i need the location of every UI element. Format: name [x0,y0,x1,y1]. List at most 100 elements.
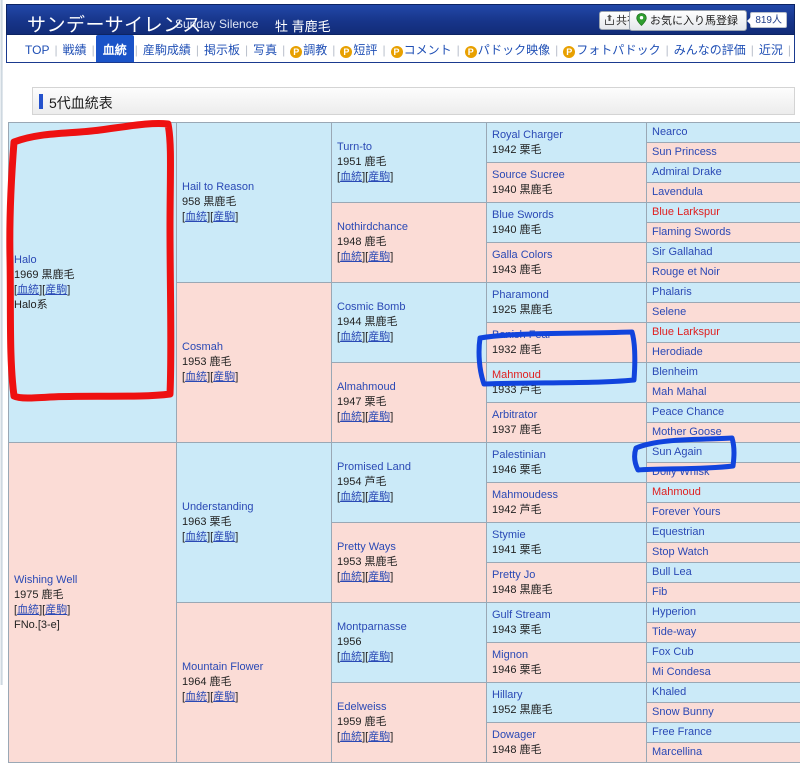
horse-name-link[interactable]: Arbitrator [492,408,641,423]
horse-name-link[interactable]: Blue Larkspur [652,325,800,340]
horse-name-link[interactable]: Tide-way [652,625,800,640]
offspring-link[interactable]: 産駒 [368,731,390,743]
pedigree-cell-gen5[interactable]: Phalaris [647,283,800,303]
horse-name-link[interactable]: Wishing Well [14,573,171,588]
horse-name-link[interactable]: Source Sucree [492,168,641,183]
blood-link[interactable]: 血統 [340,251,362,263]
pedigree-cell-gen4[interactable]: Hillary1952 黒鹿毛 [487,683,647,723]
pedigree-cell-gen5[interactable]: Fib [647,583,800,603]
pedigree-cell-gen3[interactable]: Montparnasse1956[血統][産駒] [332,603,487,683]
nav-item-5[interactable]: 写真 [249,37,281,63]
blood-link[interactable]: 血統 [340,731,362,743]
horse-name-link[interactable]: Flaming Swords [652,225,800,240]
pedigree-cell-gen5[interactable]: Hyperion [647,603,800,623]
pedigree-cell-links[interactable]: [血統][産駒] [337,170,481,185]
pedigree-cell-gen4[interactable]: Galla Colors1943 鹿毛 [487,243,647,283]
pedigree-cell-links[interactable]: [血統][産駒] [337,730,481,745]
horse-name-link[interactable]: Sir Gallahad [652,245,800,260]
horse-name-link[interactable]: Cosmah [182,340,326,355]
blood-link[interactable]: 血統 [340,571,362,583]
pedigree-cell-gen5[interactable]: Sun Again [647,443,800,463]
offspring-link[interactable]: 産駒 [45,284,67,296]
pedigree-cell-gen5[interactable]: Marcellina [647,743,800,763]
blood-link[interactable]: 血統 [185,531,207,543]
pedigree-cell-gen4[interactable]: Mignon1946 栗毛 [487,643,647,683]
pedigree-cell-gen5[interactable]: Mi Condesa [647,663,800,683]
horse-name-link[interactable]: Mahmoud [652,485,800,500]
horse-name-link[interactable]: Mi Condesa [652,665,800,680]
horse-name-link[interactable]: Montparnasse [337,620,481,635]
pedigree-cell-gen5[interactable]: Lavendula [647,183,800,203]
nav-item-4[interactable]: 掲示板 [200,37,244,63]
pedigree-cell-gen1[interactable]: Halo1969 黒鹿毛[血統][産駒]Halo系 [9,123,177,443]
horse-name-link[interactable]: Sun Again [652,445,800,460]
pedigree-cell-gen2[interactable]: Hail to Reason958 黒鹿毛[血統][産駒] [177,123,332,283]
pedigree-cell-gen5[interactable]: Snow Bunny [647,703,800,723]
horse-name-link[interactable]: Nearco [652,125,800,140]
pedigree-cell-gen5[interactable]: Sir Gallahad [647,243,800,263]
horse-name-link[interactable]: Edelweiss [337,700,481,715]
offspring-link[interactable]: 産駒 [368,171,390,183]
offspring-link[interactable]: 産駒 [213,531,235,543]
nav-item-1[interactable]: 戦績 [59,37,91,63]
pedigree-cell-gen3[interactable]: Almahmoud1947 栗毛[血統][産駒] [332,363,487,443]
pedigree-cell-gen5[interactable]: Flaming Swords [647,223,800,243]
offspring-link[interactable]: 産駒 [45,604,67,616]
pedigree-cell-gen5[interactable]: Admiral Drake [647,163,800,183]
pedigree-cell-gen5[interactable]: Rouge et Noir [647,263,800,283]
blood-link[interactable]: 血統 [185,211,207,223]
horse-name-link[interactable]: Lavendula [652,185,800,200]
horse-name-link[interactable]: Hyperion [652,605,800,620]
horse-name-link[interactable]: Mah Mahal [652,385,800,400]
blood-link[interactable]: 血統 [17,284,39,296]
pedigree-cell-gen4[interactable]: Source Sucree1940 黒鹿毛 [487,163,647,203]
pedigree-cell-gen5[interactable]: Sun Princess [647,143,800,163]
pedigree-cell-gen3[interactable]: Nothirdchance1948 鹿毛[血統][産駒] [332,203,487,283]
offspring-link[interactable]: 産駒 [368,491,390,503]
pedigree-cell-gen5[interactable]: Blue Larkspur [647,203,800,223]
nav-item-10[interactable]: Pフォトパドック [559,37,664,63]
horse-name-link[interactable]: Understanding [182,500,326,515]
offspring-link[interactable]: 産駒 [368,651,390,663]
pedigree-cell-gen5[interactable]: Mahmoud [647,483,800,503]
blood-link[interactable]: 血統 [340,651,362,663]
pedigree-cell-gen4[interactable]: Banish Fear1932 鹿毛 [487,323,647,363]
horse-name-link[interactable]: Hail to Reason [182,180,326,195]
pedigree-cell-gen4[interactable]: Palestinian1946 栗毛 [487,443,647,483]
pedigree-cell-gen3[interactable]: Pretty Ways1953 黒鹿毛[血統][産駒] [332,523,487,603]
nav-item-2[interactable]: 血統 [96,35,134,63]
horse-name-link[interactable]: Hillary [492,688,641,703]
horse-name-link[interactable]: Peace Chance [652,405,800,420]
pedigree-cell-gen5[interactable]: Blue Larkspur [647,323,800,343]
nav-item-0[interactable]: TOP [21,37,53,63]
horse-name-link[interactable]: Herodiade [652,345,800,360]
pedigree-cell-gen4[interactable]: Pharamond1925 黒鹿毛 [487,283,647,323]
nav-item-12[interactable]: 近況 [755,37,787,63]
horse-name-link[interactable]: Fib [652,585,800,600]
pedigree-cell-links[interactable]: [血統][産駒] [182,210,326,225]
horse-name-link[interactable]: Marcellina [652,745,800,760]
horse-name-link[interactable]: Phalaris [652,285,800,300]
pedigree-cell-gen3[interactable]: Edelweiss1959 鹿毛[血統][産駒] [332,683,487,763]
horse-name-link[interactable]: Equestrian [652,525,800,540]
horse-name-link[interactable]: Cosmic Bomb [337,300,481,315]
horse-name-link[interactable]: Rouge et Noir [652,265,800,280]
pedigree-cell-gen5[interactable]: Selene [647,303,800,323]
pedigree-cell-gen5[interactable]: Bull Lea [647,563,800,583]
pedigree-cell-gen4[interactable]: Stymie1941 栗毛 [487,523,647,563]
horse-name-link[interactable]: Palestinian [492,448,641,463]
offspring-link[interactable]: 産駒 [368,331,390,343]
offspring-link[interactable]: 産駒 [368,251,390,263]
horse-name-link[interactable]: Khaled [652,685,800,700]
blood-link[interactable]: 血統 [185,371,207,383]
horse-name-link[interactable]: Blue Swords [492,208,641,223]
horse-name-link[interactable]: Promised Land [337,460,481,475]
pedigree-cell-gen1[interactable]: Wishing Well1975 鹿毛[血統][産駒]FNo.[3-e] [9,443,177,763]
pedigree-cell-gen5[interactable]: Forever Yours [647,503,800,523]
pedigree-cell-gen5[interactable]: Equestrian [647,523,800,543]
horse-name-link[interactable]: Mountain Flower [182,660,326,675]
pedigree-cell-gen5[interactable]: Dolly Whisk [647,463,800,483]
horse-name-link[interactable]: Bull Lea [652,565,800,580]
horse-name-link[interactable]: Stymie [492,528,641,543]
offspring-link[interactable]: 産駒 [213,691,235,703]
